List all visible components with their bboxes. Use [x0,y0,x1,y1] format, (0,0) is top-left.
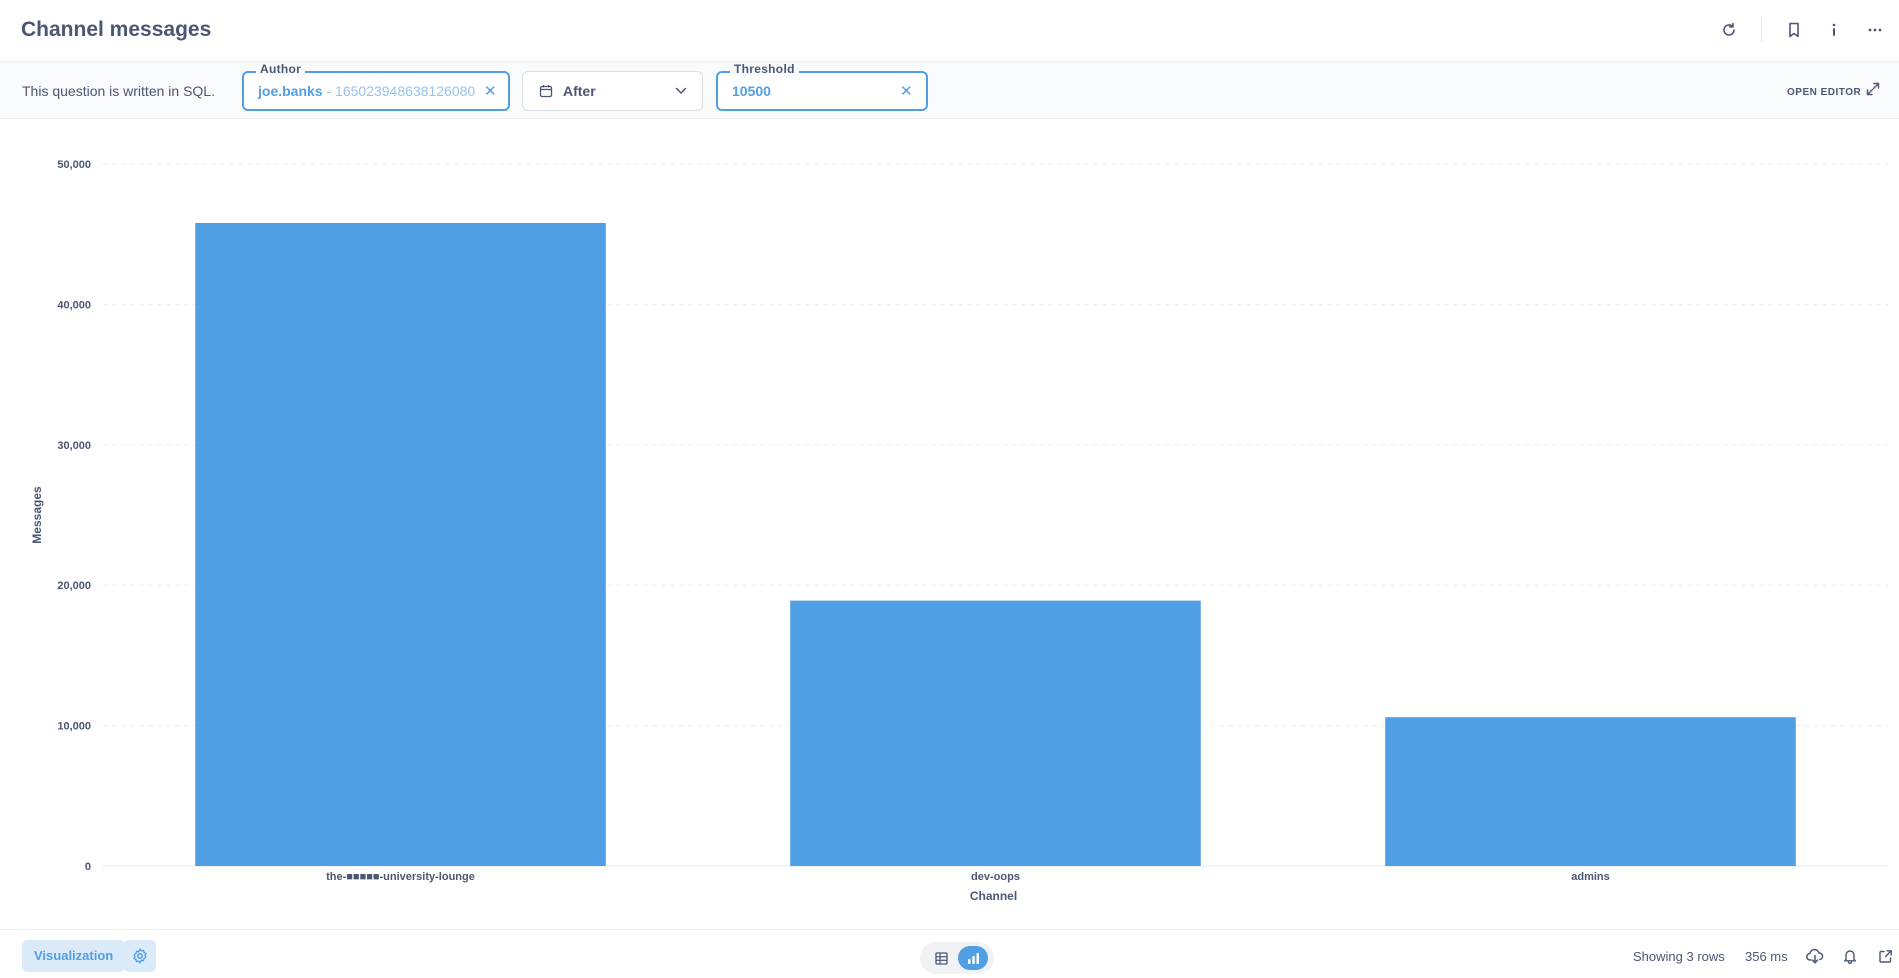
author-id: 165023948638126080 [335,83,476,99]
header-divider [1761,18,1762,42]
filter-bar: This question is written in SQL. Author … [0,62,1899,119]
bar [1385,717,1796,866]
page-title: Channel messages [21,18,212,41]
bar [790,600,1201,866]
author-filter[interactable]: Author joe.banks - 165023948638126080 ✕ [242,62,510,111]
cloud-download-icon [1806,948,1824,964]
info-button[interactable] [1820,16,1848,44]
expand-editor-button[interactable] [1866,82,1880,101]
refresh-button[interactable] [1715,16,1743,44]
row-count: Showing 3 rows [1633,949,1725,964]
visualization-button[interactable]: Visualization [22,940,126,972]
author-filter-value: joe.banks - 165023948638126080 [258,83,475,99]
y-tick-label: 30,000 [57,440,91,452]
threshold-filter-value: 10500 [732,83,771,99]
y-axis-title: Messages [30,486,44,544]
author-separator: - [322,83,336,99]
author-filter-label: Author [256,62,306,76]
more-icon [1868,28,1882,32]
chevron-down-icon [675,87,687,94]
download-button[interactable] [1803,944,1827,968]
question-footer: Visualization Showing 3 rows 356 ms [0,929,1899,978]
question-header: Channel messages [0,0,1899,62]
x-tick-label: dev-oops [971,871,1020,883]
bar-chart-icon [967,952,979,964]
x-tick-label: admins [1571,871,1610,883]
share-button[interactable] [1873,944,1897,968]
expand-icon [1866,82,1880,96]
y-tick-label: 40,000 [57,299,91,311]
threshold-filter[interactable]: Threshold 10500 ✕ [716,62,928,111]
y-tick-label: 20,000 [57,580,91,592]
date-filter-value: After [563,83,596,99]
gear-icon [133,948,147,964]
x-tick-label: the-■■■■■-university-lounge [326,871,475,883]
external-link-icon [1878,949,1892,963]
table-icon [934,951,948,965]
bookmark-icon [1789,22,1799,38]
info-icon [1832,23,1836,36]
clear-author-icon[interactable]: ✕ [484,82,497,100]
bar-chart: 0 10,000 20,000 30,000 40,000 50,000 the-■■■■■… [30,159,1888,903]
author-name: joe.banks [258,83,323,99]
more-options-button[interactable] [1861,16,1889,44]
bell-icon [1844,950,1856,964]
date-filter[interactable]: After [522,71,703,111]
bar [195,222,606,866]
chart-view-button[interactable] [958,946,988,970]
alert-button[interactable] [1838,944,1862,968]
y-tick-label: 0 [85,861,91,873]
calendar-icon [539,85,553,98]
open-editor-button[interactable]: OPEN EDITOR [1787,87,1861,98]
y-tick-label: 50,000 [57,159,91,171]
query-time: 356 ms [1745,949,1788,964]
table-view-button[interactable] [926,946,956,970]
chart-area: 0 10,000 20,000 30,000 40,000 50,000 the-■■■■■… [0,119,1899,929]
bookmark-button[interactable] [1780,16,1808,44]
viz-settings-button[interactable] [124,940,156,972]
refresh-icon [1723,22,1735,36]
clear-threshold-icon[interactable]: ✕ [900,82,913,100]
view-toggle [920,942,994,974]
threshold-filter-label: Threshold [730,62,799,76]
x-axis-title: Channel [970,889,1017,903]
y-tick-label: 10,000 [57,721,91,733]
sql-note: This question is written in SQL. [22,83,215,99]
